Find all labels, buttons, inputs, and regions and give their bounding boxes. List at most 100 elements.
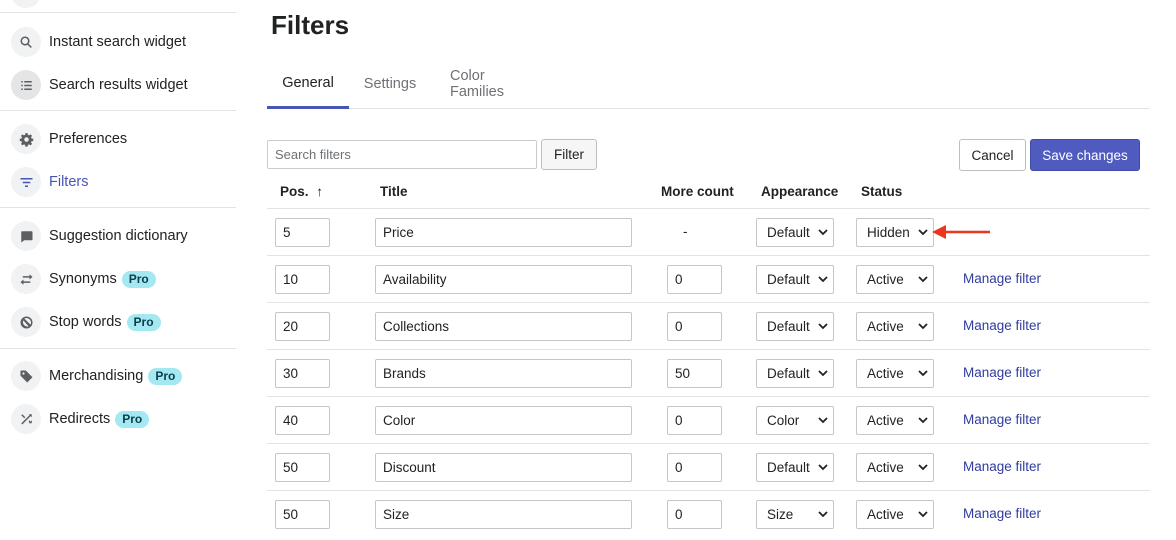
search-filters-input[interactable] — [267, 140, 537, 169]
tag-icon — [11, 361, 41, 391]
sidebar-item-synonyms[interactable]: Synonyms Pro — [11, 263, 236, 295]
status-select-value: Active — [867, 319, 904, 334]
appearance-select[interactable]: Default — [756, 359, 834, 388]
chevron-down-icon — [818, 511, 828, 518]
manage-filter-link[interactable]: Manage filter — [963, 412, 1041, 427]
gear-icon — [11, 124, 41, 154]
sidebar-divider — [0, 207, 236, 208]
sidebar-item-label: Instant search widget — [49, 34, 187, 50]
manage-filter-link[interactable]: Manage filter — [963, 271, 1041, 286]
more-count-input[interactable] — [667, 406, 722, 435]
sidebar-top-icon-partial — [11, 0, 41, 8]
chevron-down-icon — [818, 229, 828, 236]
sidebar-divider — [0, 12, 236, 13]
filter-button[interactable]: Filter — [541, 139, 597, 170]
status-select[interactable]: Active — [856, 359, 934, 388]
page-title: Filters — [271, 10, 350, 40]
position-input[interactable] — [275, 218, 330, 247]
more-count-input[interactable] — [667, 453, 722, 482]
column-header-title: Title — [380, 184, 408, 199]
chevron-down-icon — [818, 464, 828, 471]
position-input[interactable] — [275, 265, 330, 294]
sidebar-item-preferences[interactable]: Preferences — [11, 123, 236, 155]
position-input[interactable] — [275, 500, 330, 529]
sidebar-item-label: Filters — [49, 174, 89, 190]
sidebar-divider — [0, 110, 236, 111]
appearance-select[interactable]: Default — [756, 312, 834, 341]
appearance-select-value: Default — [767, 225, 810, 240]
status-select-value: Hidden — [867, 225, 910, 240]
position-input[interactable] — [275, 359, 330, 388]
position-input[interactable] — [275, 453, 330, 482]
tab-bar: General Settings Color Families — [267, 60, 1150, 109]
manage-filter-link[interactable]: Manage filter — [963, 365, 1041, 380]
tab-settings[interactable]: Settings — [349, 60, 431, 108]
search-icon — [11, 27, 41, 57]
column-header-more-count: More count — [661, 184, 734, 199]
more-count-input[interactable] — [667, 500, 722, 529]
appearance-select-value: Size — [767, 507, 794, 522]
sidebar-item-label: Search results widget — [49, 77, 188, 93]
column-header-label: Pos. — [280, 184, 309, 199]
column-header-status: Status — [861, 184, 903, 199]
cancel-button[interactable]: Cancel — [959, 139, 1026, 171]
sidebar-item-label: Stop words — [49, 314, 122, 330]
title-input[interactable] — [375, 312, 632, 341]
sidebar-item-filters[interactable]: Filters — [11, 166, 236, 198]
sidebar-item-label: Merchandising — [49, 368, 144, 384]
more-count-input[interactable] — [667, 265, 722, 294]
appearance-select-value: Default — [767, 319, 810, 334]
manage-filter-link[interactable]: Manage filter — [963, 506, 1041, 521]
sidebar-item-redirects[interactable]: Redirects Pro — [11, 403, 236, 435]
status-select[interactable]: Active — [856, 453, 934, 482]
status-select-value: Active — [867, 413, 904, 428]
sidebar-item-search-results-widget[interactable]: Search results widget — [11, 69, 236, 101]
title-input[interactable] — [375, 218, 632, 247]
title-input[interactable] — [375, 359, 632, 388]
sort-ascending-icon: ↑ — [316, 184, 324, 199]
appearance-select-value: Color — [767, 413, 800, 428]
status-select[interactable]: Active — [856, 312, 934, 341]
sidebar-item-suggestion-dictionary[interactable]: Suggestion dictionary — [11, 220, 236, 252]
swap-arrows-icon — [11, 264, 41, 294]
appearance-select-value: Default — [767, 366, 810, 381]
pro-badge: Pro — [115, 410, 150, 428]
manage-filter-link[interactable]: Manage filter — [963, 318, 1041, 333]
chat-bubble-icon — [11, 221, 41, 251]
manage-filter-link[interactable]: Manage filter — [963, 459, 1041, 474]
chevron-down-icon — [818, 276, 828, 283]
column-header-pos[interactable]: Pos. ↑ — [280, 184, 323, 199]
filter-icon — [11, 167, 41, 197]
chevron-down-icon — [918, 511, 928, 518]
title-input[interactable] — [375, 500, 632, 529]
sidebar-item-stop-words[interactable]: Stop words Pro — [11, 306, 236, 338]
more-count-input[interactable] — [667, 359, 722, 388]
title-input[interactable] — [375, 265, 632, 294]
appearance-select[interactable]: Default — [756, 453, 834, 482]
table-row: Color Active Manage filter — [267, 396, 1150, 443]
appearance-select[interactable]: Default — [756, 218, 834, 247]
status-select[interactable]: Active — [856, 500, 934, 529]
appearance-select[interactable]: Color — [756, 406, 834, 435]
column-header-appearance: Appearance — [761, 184, 839, 199]
tab-general[interactable]: General — [267, 60, 349, 109]
status-select[interactable]: Hidden — [856, 218, 934, 247]
title-input[interactable] — [375, 406, 632, 435]
pro-badge: Pro — [148, 367, 183, 385]
position-input[interactable] — [275, 406, 330, 435]
sidebar-item-merchandising[interactable]: Merchandising Pro — [11, 360, 236, 392]
sidebar-item-instant-search-widget[interactable]: Instant search widget — [11, 26, 236, 58]
tab-color-families[interactable]: Color Families — [435, 60, 553, 108]
sidebar: Instant search widget Search results wid… — [0, 0, 236, 540]
more-count-input[interactable] — [667, 312, 722, 341]
status-select[interactable]: Active — [856, 406, 934, 435]
annotation-arrow-icon — [932, 225, 990, 239]
appearance-select[interactable]: Size — [756, 500, 834, 529]
save-changes-button[interactable]: Save changes — [1030, 139, 1140, 171]
chevron-down-icon — [818, 417, 828, 424]
title-input[interactable] — [375, 453, 632, 482]
status-select-value: Active — [867, 460, 904, 475]
appearance-select[interactable]: Default — [756, 265, 834, 294]
position-input[interactable] — [275, 312, 330, 341]
status-select[interactable]: Active — [856, 265, 934, 294]
